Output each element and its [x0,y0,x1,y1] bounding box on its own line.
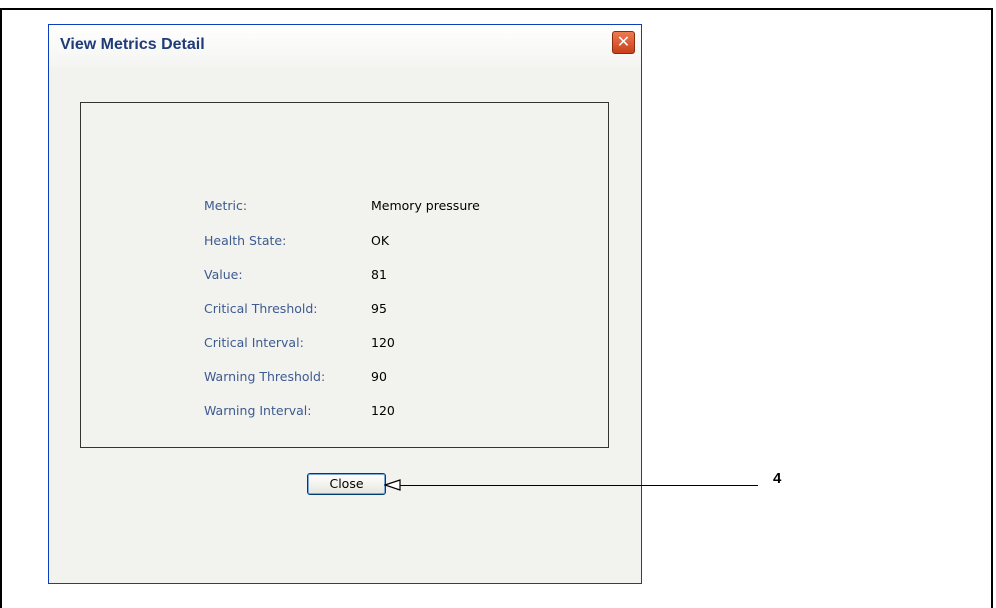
callout-arrow-icon [384,479,401,491]
close-button[interactable]: Close [307,473,386,495]
dialog-titlebar: View Metrics Detail ✕ [49,25,641,67]
metrics-detail-dialog: View Metrics Detail ✕ Metric: Memory pre… [48,24,642,584]
warning-threshold-value: 90 [371,369,387,384]
warning-interval-label: Warning Interval: [204,403,312,418]
critical-interval-value: 120 [371,335,395,350]
health-state-value: OK [371,233,390,248]
value-label: Value: [204,267,243,282]
dialog-title: View Metrics Detail [60,36,205,53]
metrics-details-panel: Metric: Memory pressure Health State: OK… [80,102,609,448]
critical-threshold-value: 95 [371,301,387,316]
critical-threshold-label: Critical Threshold: [204,301,318,316]
warning-threshold-label: Warning Threshold: [204,369,326,384]
critical-interval-label: Critical Interval: [204,335,304,350]
callout-number: 4 [773,470,782,487]
close-window-icon[interactable]: ✕ [612,31,635,54]
callout-leader-line [388,485,758,486]
metric-label: Metric: [204,198,248,213]
metric-value: Memory pressure [371,198,480,213]
health-state-label: Health State: [204,233,287,248]
warning-interval-value: 120 [371,403,395,418]
value-value: 81 [371,267,387,282]
